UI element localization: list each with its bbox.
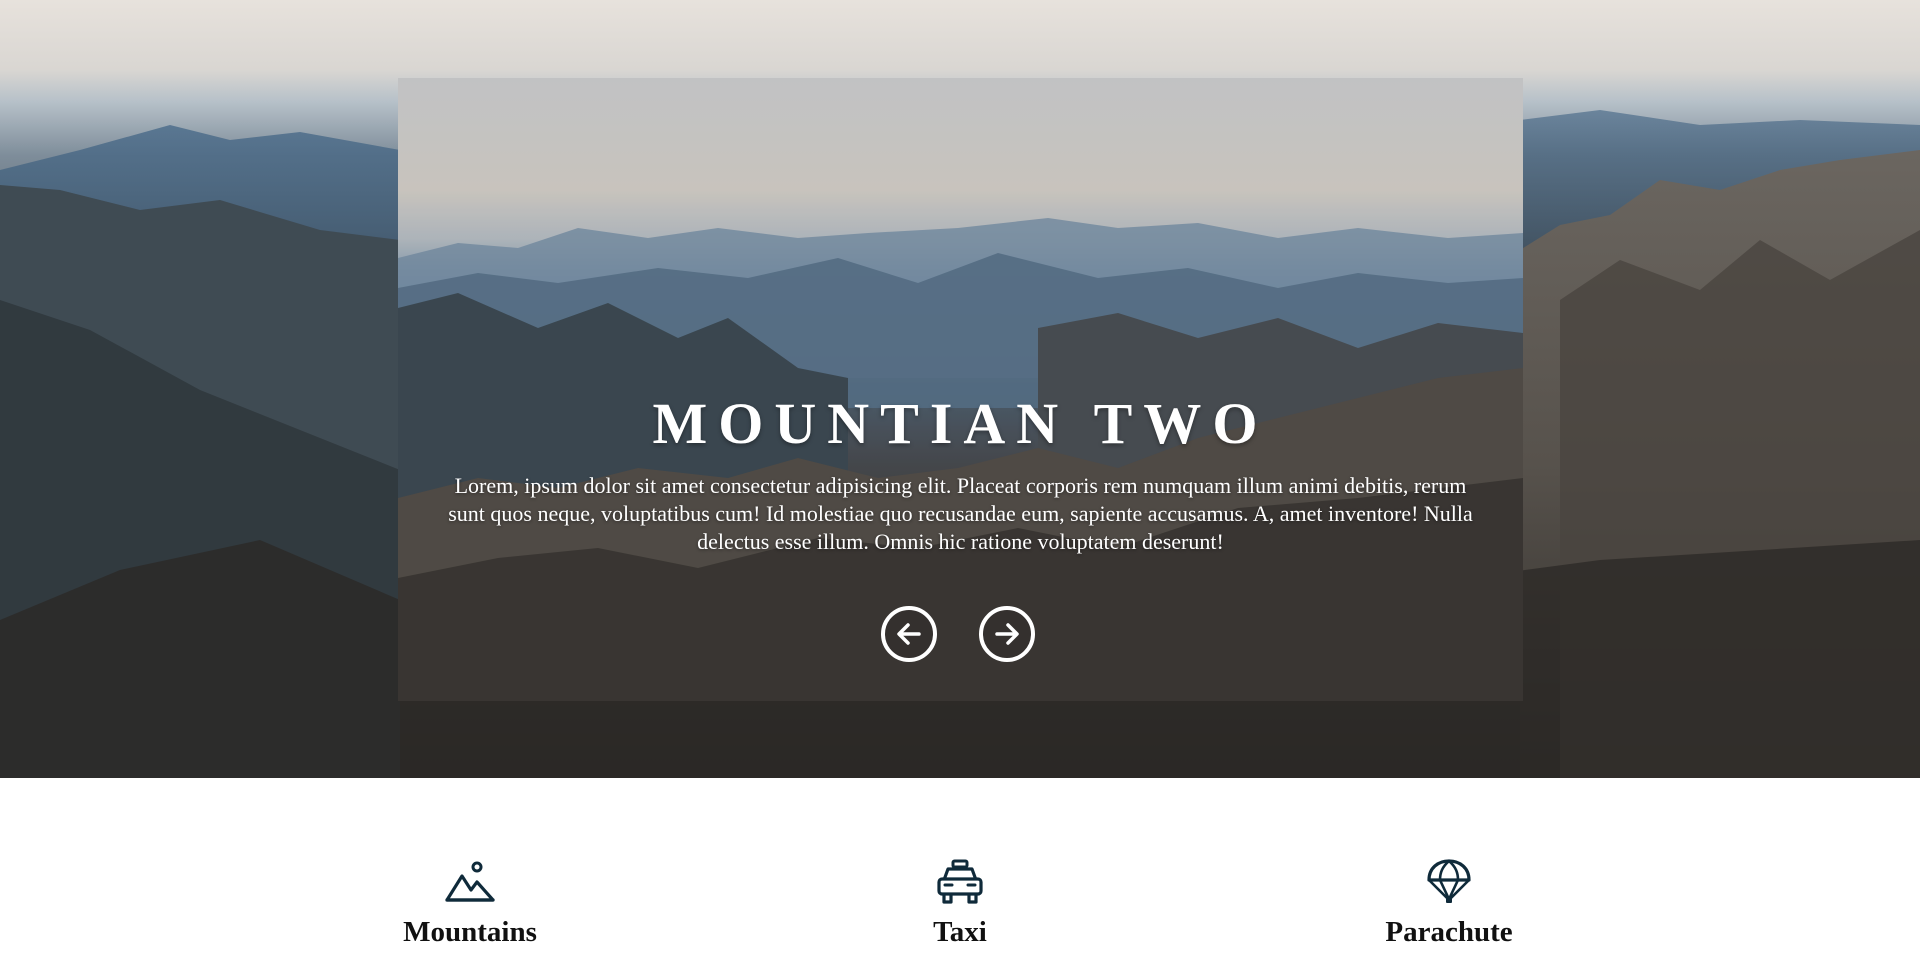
hero-section: MOUNTIAN TWO Lorem, ipsum dolor sit amet… [0,0,1920,778]
hero-slide: MOUNTIAN TWO Lorem, ipsum dolor sit amet… [398,78,1523,701]
feature-label: Mountains [403,916,537,948]
arrow-left-icon [897,623,921,645]
next-slide-button[interactable] [979,606,1035,662]
feature-parachute: Parachute [1299,858,1599,949]
mountain-icon [445,861,495,902]
arrow-right-icon [995,623,1019,645]
taxi-icon [937,859,983,904]
previous-slide-button[interactable] [881,606,937,662]
parachute-icon [1427,859,1471,903]
features-section: Mountains Taxi Parachute [0,778,1920,972]
feature-label: Taxi [933,916,987,948]
feature-taxi: Taxi [810,858,1110,949]
feature-label: Parachute [1385,916,1513,948]
slide-description: Lorem, ipsum dolor sit amet consectetur … [448,473,1473,554]
slide-title: MOUNTIAN TWO [652,391,1269,456]
feature-mountains: Mountains [320,858,620,949]
